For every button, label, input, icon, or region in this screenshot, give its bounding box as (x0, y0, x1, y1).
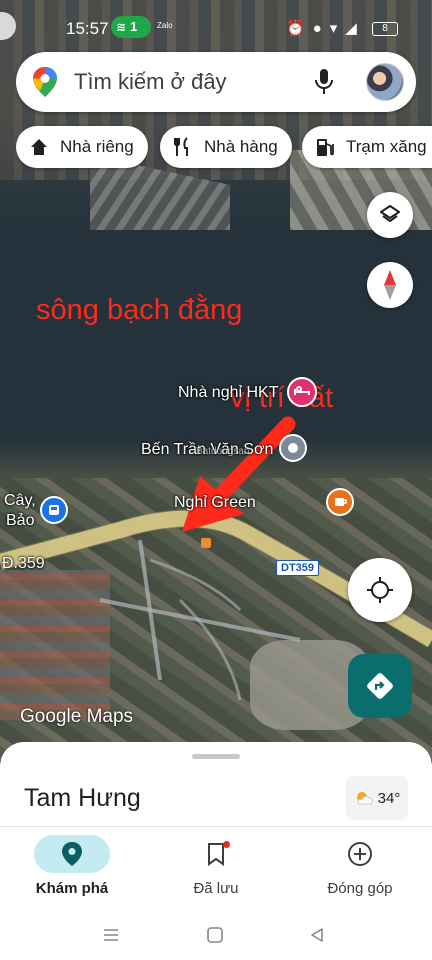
chip-restaurant-label: Nhà hàng (204, 137, 278, 156)
poi-left-label-1: Cây, (4, 492, 36, 509)
sheet-drag-handle[interactable] (192, 754, 240, 759)
partly-cloudy-icon (356, 792, 373, 805)
edge-bubble-icon (0, 12, 16, 40)
annotation-river: sông bạch đằng (36, 294, 243, 326)
system-navigation-bar (0, 912, 432, 960)
layers-icon (380, 205, 400, 222)
hotel-pin-icon[interactable] (287, 377, 317, 407)
map-canvas[interactable]: sông bạch đằng vị trí đất Nhà nghỉ HKT B… (0, 0, 432, 760)
place-name: Tam Hưng (24, 784, 141, 812)
gas-station-icon (317, 139, 334, 156)
bus-pin-icon[interactable] (40, 496, 68, 524)
poi-left-label-2: Bảo (6, 512, 35, 529)
restaurant-pin-icon[interactable] (326, 488, 354, 516)
layers-button[interactable] (367, 192, 413, 238)
poi-green-label[interactable]: Nghỉ Green (174, 494, 256, 512)
chip-home-label: Nhà riêng (60, 137, 134, 156)
location-dot-icon (201, 538, 211, 548)
chip-gas-station-label: Trạm xăng (346, 137, 427, 156)
zalo-notification-icon: Zalo (157, 21, 173, 30)
directions-button[interactable] (348, 654, 412, 718)
status-time: 15:57 (66, 19, 109, 38)
back-triangle-icon[interactable] (308, 926, 326, 944)
nav-saved-label: Đã lưu (193, 880, 239, 897)
road-label-left: Đ.359 (2, 555, 45, 572)
nav-explore-label: Khám phá (35, 880, 109, 897)
ferry-pin-icon[interactable] (279, 434, 307, 462)
map-watermark: Batdongsan (196, 446, 250, 457)
my-location-button[interactable] (348, 558, 412, 622)
status-icons: ⏰●▾◢ (286, 20, 365, 37)
home-square-icon[interactable] (206, 926, 224, 944)
compass-button[interactable] (367, 262, 413, 308)
nav-saved[interactable]: Đã lưu (156, 835, 276, 905)
bottom-navigation: Khám phá Đã lưu Đóng góp (0, 826, 432, 912)
nav-explore[interactable]: Khám phá (12, 835, 132, 905)
restaurant-icon (174, 137, 188, 156)
annotation-arrow (182, 416, 296, 532)
temperature: 34° (377, 789, 401, 807)
add-circle-icon (348, 842, 372, 866)
poi-hotel-label[interactable]: Nhà nghỉ HKT (178, 384, 279, 402)
microphone-icon[interactable] (314, 68, 334, 96)
status-bar: 15:57 ≋ 1 Zalo ⏰●▾◢ 8 (0, 10, 432, 46)
directions-icon (367, 673, 393, 699)
crosshair-icon (367, 577, 393, 603)
search-bar[interactable]: Tìm kiếm ở đây (16, 52, 416, 112)
recents-menu-icon[interactable] (102, 926, 120, 944)
compass-icon (384, 270, 396, 300)
account-avatar[interactable] (366, 63, 404, 101)
weather-badge[interactable]: 34° (346, 776, 408, 820)
google-maps-attribution: Google Maps (20, 706, 134, 727)
map-roads (0, 509, 432, 701)
saved-notification-dot (223, 841, 230, 848)
explore-pin-icon (62, 842, 82, 866)
battery-icon: 8 (372, 22, 398, 36)
home-icon (31, 139, 47, 155)
wifi-icon: ≋ (116, 20, 127, 34)
nav-contribute-label: Đóng góp (327, 880, 393, 897)
road-shield-dt359: DT359 (276, 560, 320, 576)
google-maps-logo-icon (33, 67, 57, 97)
road-minor-4 (178, 598, 242, 701)
chip-restaurant[interactable]: Nhà hàng (160, 126, 292, 168)
nav-contribute[interactable]: Đóng góp (300, 835, 420, 905)
hotspot-badge: ≋ 1 (111, 16, 151, 38)
chip-gas-station[interactable]: Trạm xăng (302, 126, 432, 168)
chip-home[interactable]: Nhà riêng (16, 126, 148, 168)
search-input[interactable]: Tìm kiếm ở đây (74, 69, 227, 95)
road-minor-3 (149, 558, 242, 612)
